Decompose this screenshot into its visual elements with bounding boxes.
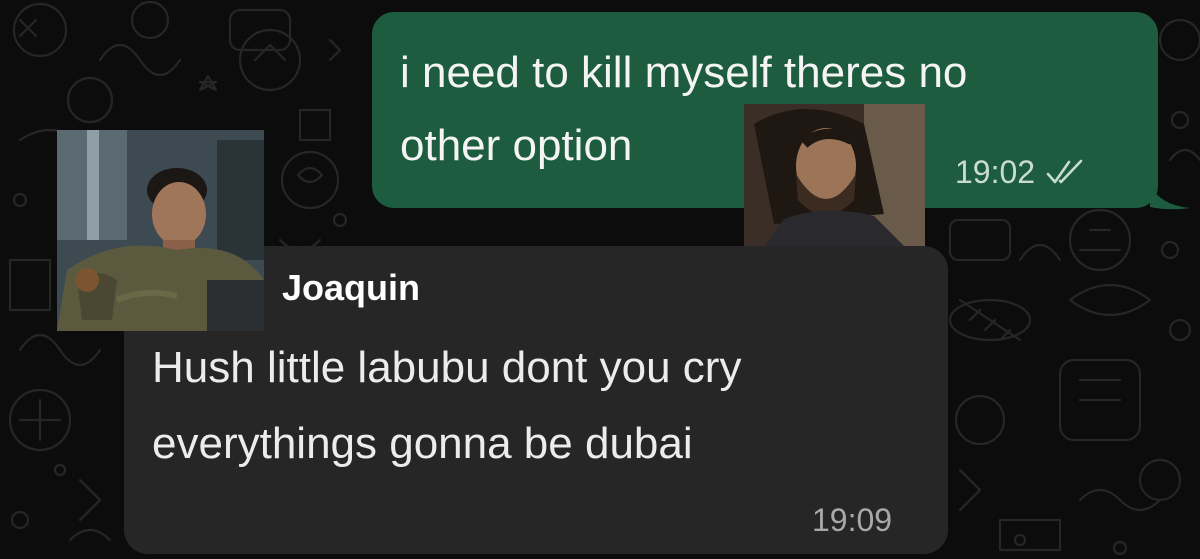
bearded-man-photo [744,104,925,246]
chat-window: i need to kill myself theres no other op… [0,0,1200,559]
outgoing-message-meta: 19:02 [955,152,1087,192]
soldier-photo [57,130,264,331]
outgoing-bubble-tail [1150,185,1190,210]
incoming-message-time: 19:09 [812,502,893,538]
outgoing-message-line: i need to kill myself theres no [400,48,968,97]
outgoing-message-time: 19:02 [955,153,1036,190]
double-check-icon [1046,159,1083,184]
incoming-message-line: Hush little labubu dont you cry [152,343,742,392]
incoming-message-line: everythings gonna be dubai [152,419,693,468]
sender-name: Joaquin [282,267,421,308]
incoming-message-text: Hush little labubu dont you cry everythi… [152,330,932,482]
